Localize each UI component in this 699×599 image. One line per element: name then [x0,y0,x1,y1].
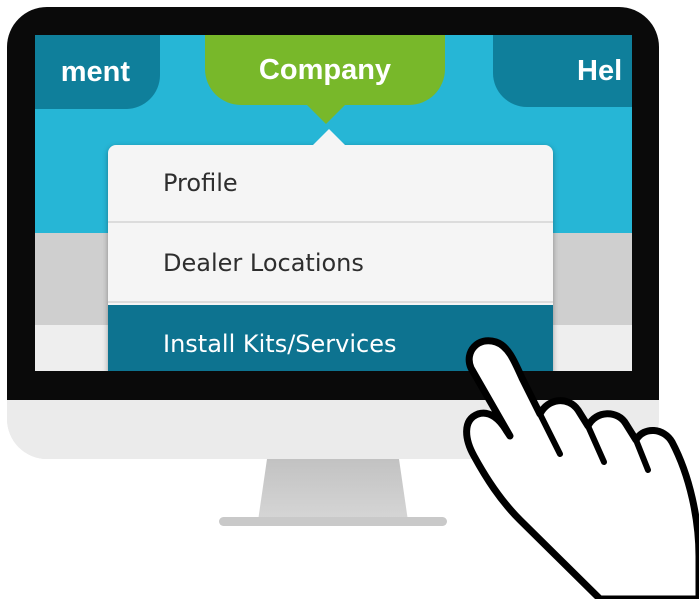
pointing-hand-icon [463,337,699,599]
